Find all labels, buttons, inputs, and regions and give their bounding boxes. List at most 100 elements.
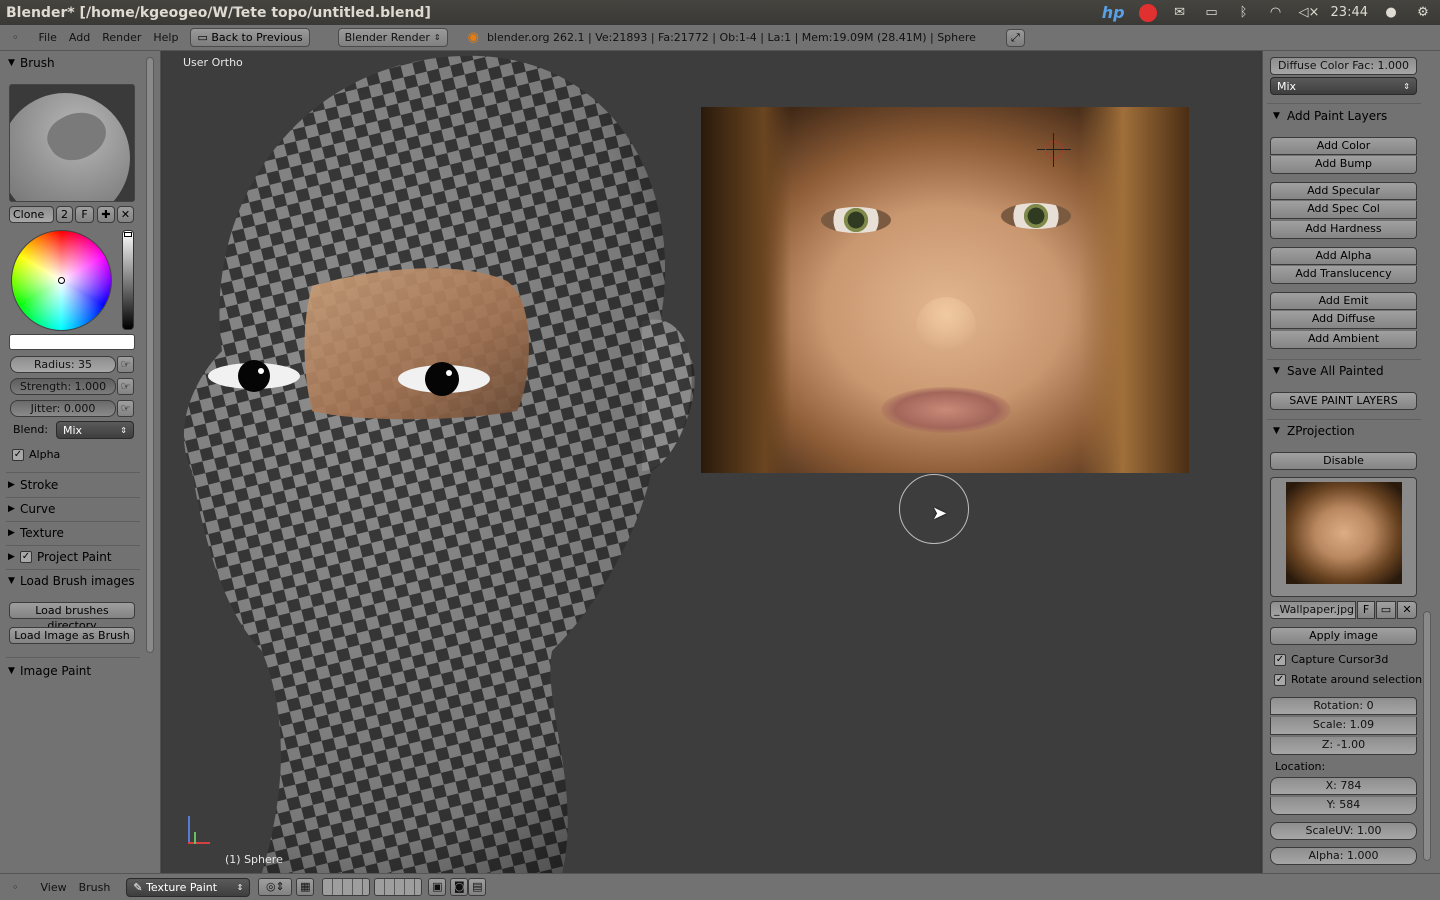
mix-dropdown[interactable]: Mix ⇕: [1270, 77, 1417, 95]
thumbnail-photo: [1286, 482, 1402, 584]
apply-image-button[interactable]: Apply image: [1270, 627, 1417, 645]
add-alpha-button[interactable]: Add Alpha: [1270, 247, 1417, 265]
collapse-icon: ▼: [8, 666, 15, 676]
alpha-checkbox[interactable]: ✓ Alpha: [12, 448, 60, 461]
add-bump-button[interactable]: Add Bump: [1270, 156, 1417, 174]
save-paint-layers-button[interactable]: SAVE PAINT LAYERS: [1270, 392, 1417, 410]
jitter-slider[interactable]: Jitter: 0.000: [10, 400, 116, 417]
load-brushes-directory-button[interactable]: Load brushes directory: [9, 602, 135, 632]
location-y-field[interactable]: Y: 584: [1270, 797, 1417, 815]
divider: [6, 472, 140, 473]
record-icon[interactable]: [1138, 3, 1157, 22]
hp-icon[interactable]: hp: [1102, 3, 1125, 22]
bluetooth-icon[interactable]: ᛒ: [1235, 5, 1253, 21]
location-x-field[interactable]: X: 784: [1270, 777, 1417, 795]
wifi-icon[interactable]: ◠: [1267, 5, 1285, 21]
color-swatch[interactable]: [9, 334, 135, 350]
scrollbar[interactable]: [146, 57, 154, 653]
menu-render[interactable]: Render: [96, 31, 147, 44]
blend-dropdown[interactable]: Mix ⇕: [56, 421, 134, 439]
texture-panel-header[interactable]: ▶ Texture: [8, 523, 140, 543]
value-slider[interactable]: [122, 230, 134, 330]
brush-preview[interactable]: [9, 84, 135, 202]
user-icon[interactable]: ●: [1382, 5, 1400, 21]
add-spec-col-button[interactable]: Add Spec Col: [1270, 201, 1417, 219]
add-specular-button[interactable]: Add Specular: [1270, 182, 1417, 200]
clock[interactable]: 23:44: [1331, 5, 1368, 20]
volume-icon[interactable]: ◁×: [1299, 5, 1320, 21]
image-name-field[interactable]: _Wallpaper.jpg: [1270, 601, 1356, 619]
properties-panel: Diffuse Color Fac: 1.000 Mix ⇕ ▼ Add Pai…: [1262, 51, 1440, 873]
back-to-previous-button[interactable]: ▭ Back to Previous: [190, 28, 310, 47]
disable-button[interactable]: Disable: [1270, 452, 1417, 470]
add-paint-layers-header[interactable]: ▼ Add Paint Layers: [1273, 106, 1423, 126]
editor-type-icon[interactable]: ◦: [0, 881, 25, 894]
image-thumbnail[interactable]: [1270, 477, 1417, 597]
remove-brush-icon[interactable]: ✕: [117, 206, 134, 223]
add-brush-icon[interactable]: ✚: [97, 206, 115, 223]
strength-pressure-icon[interactable]: ☞: [117, 378, 134, 395]
render-animation-icon[interactable]: ▤: [468, 878, 487, 896]
fullscreen-icon[interactable]: ⤢: [1005, 28, 1025, 47]
expand-icon: ▶: [8, 552, 15, 562]
head-model[interactable]: [162, 51, 722, 873]
add-ambient-button[interactable]: Add Ambient: [1270, 331, 1417, 349]
brush-name-field[interactable]: Clone: [9, 206, 54, 223]
strength-slider[interactable]: Strength: 1.000: [10, 378, 116, 395]
z-slider[interactable]: Z: -1.00: [1270, 737, 1417, 755]
layers-grid[interactable]: [322, 878, 371, 896]
project-paint-panel-header[interactable]: ▶ ✓ Project Paint: [8, 547, 140, 567]
mouse-pointer-icon: ➤: [932, 503, 948, 524]
brush-panel-header[interactable]: ▼ Brush: [8, 53, 140, 73]
menu-help[interactable]: Help: [147, 31, 184, 44]
add-diffuse-button[interactable]: Add Diffuse: [1270, 311, 1417, 329]
mail-icon[interactable]: ✉: [1171, 5, 1189, 21]
image-fake-user-button[interactable]: F: [1357, 601, 1375, 619]
reference-photo[interactable]: [701, 107, 1189, 473]
scrollbar[interactable]: [1423, 611, 1431, 861]
close-image-icon[interactable]: ✕: [1397, 601, 1417, 619]
jitter-pressure-icon[interactable]: ☞: [117, 400, 134, 417]
pivot-icon[interactable]: ▦: [296, 878, 315, 896]
3d-viewport[interactable]: User Ortho ➤ (1) Sphere: [162, 51, 1260, 873]
stroke-panel-header[interactable]: ▶ Stroke: [8, 475, 140, 495]
menu-file[interactable]: File: [25, 31, 63, 44]
fake-user-button[interactable]: F: [75, 206, 94, 223]
gear-icon[interactable]: ⚙: [1414, 5, 1432, 21]
menu-brush[interactable]: Brush: [73, 881, 117, 894]
expand-icon: ▶: [8, 504, 15, 514]
radius-slider[interactable]: Radius: 35: [10, 356, 116, 373]
add-hardness-button[interactable]: Add Hardness: [1270, 221, 1417, 239]
load-brush-images-panel-header[interactable]: ▼ Load Brush images: [8, 571, 140, 591]
color-wheel[interactable]: [11, 230, 112, 331]
zprojection-header[interactable]: ▼ ZProjection: [1273, 421, 1423, 441]
menu-view[interactable]: View: [25, 881, 73, 894]
radius-pressure-icon[interactable]: ☞: [117, 356, 134, 373]
rotation-slider[interactable]: Rotation: 0: [1270, 697, 1417, 715]
render-icon[interactable]: ◙: [450, 878, 469, 896]
battery-icon[interactable]: ▭: [1203, 5, 1221, 21]
image-paint-panel-header[interactable]: ▼ Image Paint: [8, 661, 140, 681]
diffuse-color-fac-slider[interactable]: Diffuse Color Fac: 1.000: [1270, 57, 1417, 75]
capture-cursor-checkbox[interactable]: ✓ Capture Cursor3d: [1274, 653, 1388, 666]
brush-users-count[interactable]: 2: [56, 206, 73, 223]
curve-panel-header[interactable]: ▶ Curve: [8, 499, 140, 519]
lock-camera-icon[interactable]: ▣: [428, 878, 447, 896]
save-all-painted-header[interactable]: ▼ Save All Painted: [1273, 361, 1423, 381]
scale-slider[interactable]: Scale: 1.09: [1270, 717, 1417, 735]
add-translucency-button[interactable]: Add Translucency: [1270, 266, 1417, 284]
render-engine-dropdown[interactable]: Blender Render ⇕: [337, 28, 448, 47]
add-emit-button[interactable]: Add Emit: [1270, 292, 1417, 310]
shading-dropdown[interactable]: ◎⇕: [258, 878, 293, 896]
editor-type-icon[interactable]: ◦: [0, 31, 25, 44]
alpha-slider[interactable]: Alpha: 1.000: [1270, 847, 1417, 865]
checkbox-checked-icon[interactable]: ✓: [20, 551, 32, 563]
layers-grid-2[interactable]: [374, 878, 423, 896]
mode-dropdown[interactable]: ✎ Texture Paint ⇕: [126, 877, 251, 897]
load-image-as-brush-button[interactable]: Load Image as Brush: [9, 627, 135, 644]
open-folder-icon[interactable]: ▭: [1376, 601, 1396, 619]
menu-add[interactable]: Add: [63, 31, 96, 44]
scale-uv-slider[interactable]: ScaleUV: 1.00: [1270, 822, 1417, 840]
add-color-button[interactable]: Add Color: [1270, 137, 1417, 155]
rotate-around-selection-checkbox[interactable]: ✓ Rotate around selection: [1274, 673, 1422, 686]
